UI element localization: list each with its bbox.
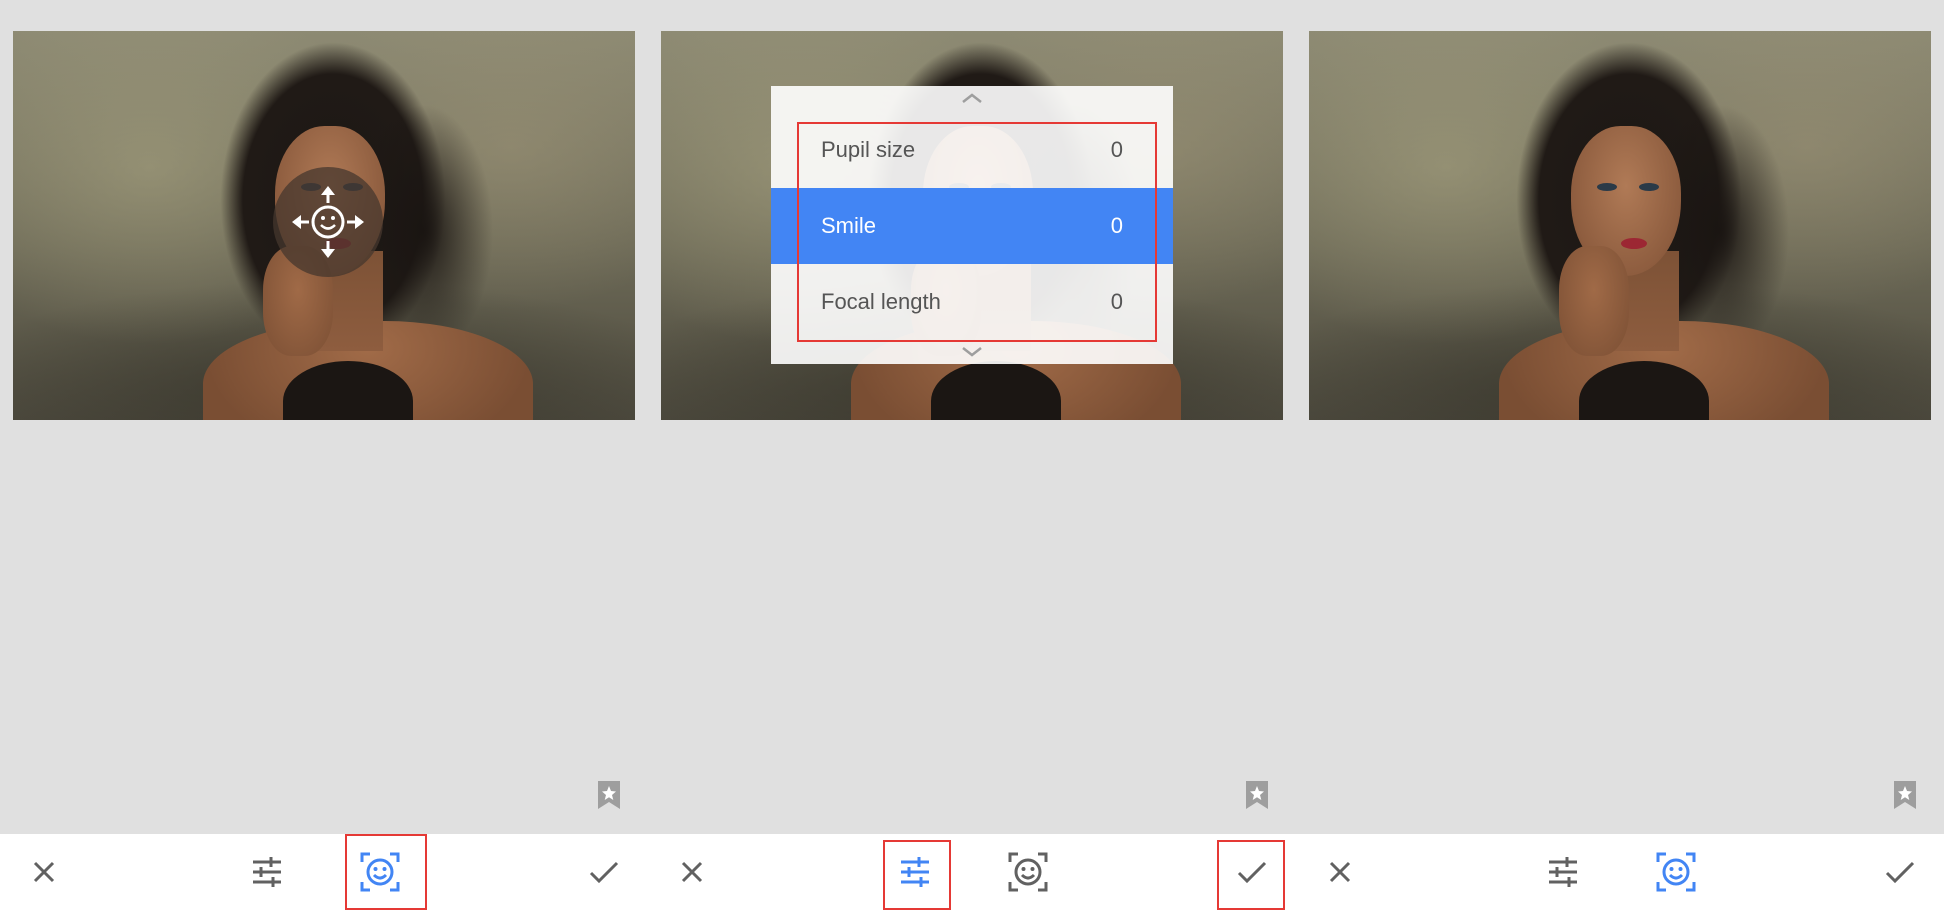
confirm-button[interactable]	[574, 834, 634, 910]
face-move-handle[interactable]	[273, 167, 383, 277]
bottom-toolbar	[648, 834, 1296, 910]
arrow-right-icon	[347, 215, 364, 229]
panel-adjustment-menu: Pupil size 0 Smile 0 Focal length 0	[648, 0, 1296, 910]
highlight-box-confirm-button	[1217, 840, 1285, 910]
photo-eye-right	[1639, 183, 1659, 191]
highlight-box-menu	[797, 122, 1157, 342]
confirm-button[interactable]	[1870, 834, 1930, 910]
sliders-icon	[253, 857, 281, 887]
close-button[interactable]	[1310, 834, 1370, 910]
close-icon	[33, 861, 55, 883]
close-button[interactable]	[14, 834, 74, 910]
checkmark-icon	[589, 861, 619, 884]
photo-eye-left	[1597, 183, 1617, 191]
highlight-box-face-button	[345, 834, 427, 910]
arrow-up-icon	[321, 186, 335, 203]
face-button[interactable]	[998, 834, 1058, 910]
photo-lips	[1621, 238, 1647, 249]
sliders-icon	[1549, 857, 1577, 887]
panel-result	[1296, 0, 1944, 910]
portrait-photo[interactable]	[13, 31, 635, 420]
checkmark-icon	[1885, 861, 1915, 884]
close-icon	[681, 861, 703, 883]
bottom-toolbar	[1296, 834, 1944, 910]
face-button[interactable]	[1646, 834, 1706, 910]
portrait-photo	[1309, 31, 1931, 420]
bookmark-star-icon[interactable]	[1894, 781, 1916, 809]
chevron-up-icon[interactable]	[961, 92, 983, 104]
face-icon	[1656, 852, 1696, 892]
bookmark-star-icon[interactable]	[1246, 781, 1268, 809]
highlight-box-adjust-button	[883, 840, 951, 910]
photo-hand	[1559, 246, 1629, 356]
face-icon	[1008, 852, 1048, 892]
close-button[interactable]	[662, 834, 722, 910]
chevron-down-icon[interactable]	[961, 346, 983, 358]
close-icon	[1329, 861, 1351, 883]
smiley-face-icon	[311, 205, 345, 239]
arrow-left-icon	[292, 215, 309, 229]
adjust-button[interactable]	[237, 834, 297, 910]
panel-face-select	[0, 0, 648, 910]
arrow-down-icon	[321, 241, 335, 258]
bottom-toolbar	[0, 834, 648, 910]
bookmark-star-icon[interactable]	[598, 781, 620, 809]
adjust-button[interactable]	[1533, 834, 1593, 910]
